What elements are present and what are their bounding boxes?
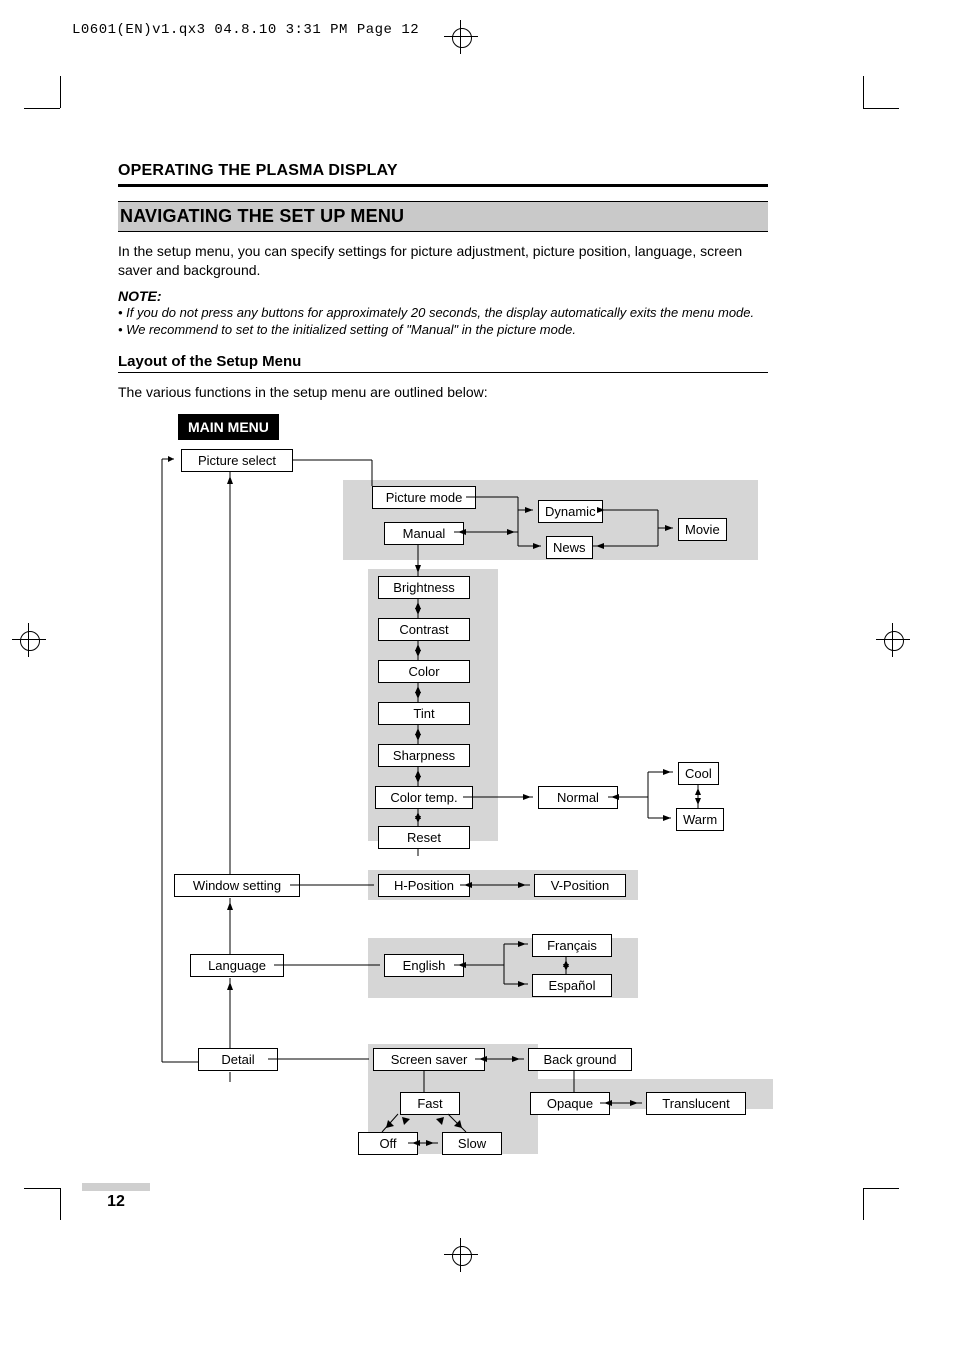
registration-mark-bottom — [444, 1238, 478, 1272]
subsection-title: NAVIGATING THE SET UP MENU — [118, 201, 768, 232]
divider — [118, 372, 768, 373]
note-heading: NOTE: — [118, 288, 768, 304]
setup-menu-diagram: MAIN MENU Picture select Picture mode Ma… — [118, 414, 768, 1159]
trimline — [863, 108, 899, 109]
registration-mark-top — [444, 20, 478, 54]
trimline — [863, 1188, 864, 1220]
layout-heading: Layout of the Setup Menu — [118, 353, 768, 370]
connector-lines — [118, 414, 768, 1159]
intro-paragraph: In the setup menu, you can specify setti… — [118, 242, 768, 280]
trimline — [863, 76, 864, 108]
trimline — [60, 1188, 61, 1220]
trimline — [863, 1188, 899, 1189]
page-footer: 12 — [82, 1183, 150, 1211]
layout-intro: The various functions in the setup menu … — [118, 383, 768, 402]
page-tab — [82, 1183, 150, 1191]
trimline — [24, 108, 60, 109]
page-number: 12 — [82, 1193, 150, 1211]
divider — [118, 184, 768, 187]
section-title: OPERATING THE PLASMA DISPLAY — [118, 162, 768, 180]
print-header: L0601(EN)v1.qx3 04.8.10 3:31 PM Page 12 — [72, 22, 419, 38]
registration-mark-left — [12, 623, 46, 657]
trimline — [24, 1188, 60, 1189]
note-item: • We recommend to set to the initialized… — [118, 321, 768, 339]
registration-mark-right — [876, 623, 910, 657]
trimline — [60, 76, 61, 108]
note-item: • If you do not press any buttons for ap… — [118, 304, 768, 322]
